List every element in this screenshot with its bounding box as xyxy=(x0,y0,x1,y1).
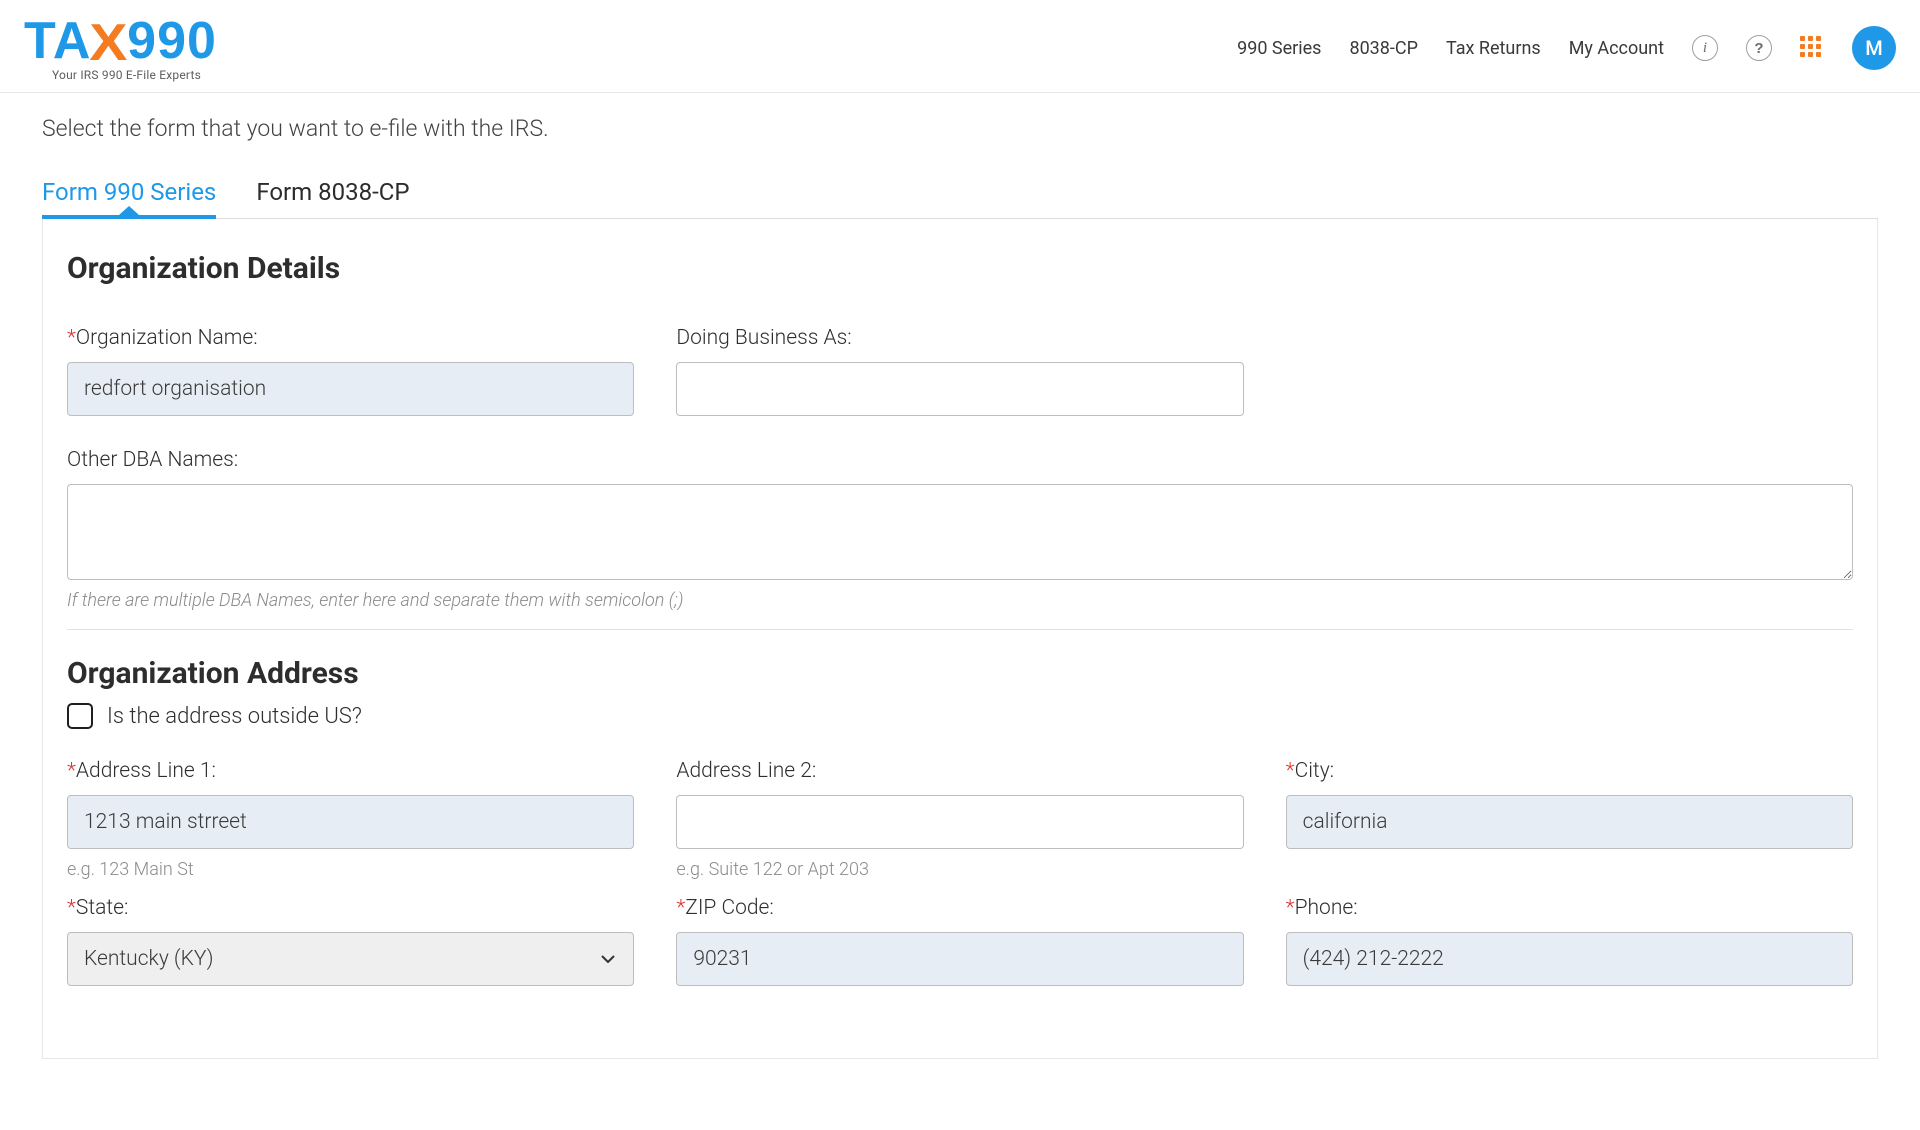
label-phone-text: Phone: xyxy=(1295,896,1358,920)
outside-us-checkbox[interactable] xyxy=(67,703,93,729)
label-other-dba: Other DBA Names: xyxy=(67,448,1853,472)
label-city: *City: xyxy=(1286,759,1853,783)
hint-address-line-1: e.g. 123 Main St xyxy=(67,859,634,880)
other-dba-textarea[interactable] xyxy=(67,484,1853,580)
header-right: 990 Series 8038-CP Tax Returns My Accoun… xyxy=(1237,26,1896,70)
logo-x: X xyxy=(90,17,129,69)
logo[interactable]: TAX990 Your IRS 990 E-File Experts xyxy=(24,15,217,81)
hint-address-line-2: e.g. Suite 122 or Apt 203 xyxy=(676,859,1243,880)
outside-us-label: Is the address outside US? xyxy=(107,704,362,729)
organization-name-input[interactable] xyxy=(67,362,634,416)
page-subtitle: Select the form that you want to e-file … xyxy=(42,115,1878,142)
label-address-line-1: *Address Line 1: xyxy=(67,759,634,783)
apps-icon[interactable] xyxy=(1800,36,1824,60)
zip-input[interactable] xyxy=(676,932,1243,986)
nav-tax-returns[interactable]: Tax Returns xyxy=(1446,38,1541,59)
label-organization-name-text: Organization Name: xyxy=(76,326,258,350)
hint-other-dba: If there are multiple DBA Names, enter h… xyxy=(67,590,1853,611)
label-address-line-1-text: Address Line 1: xyxy=(76,759,216,783)
avatar[interactable]: M xyxy=(1852,26,1896,70)
tab-form-8038-cp[interactable]: Form 8038-CP xyxy=(256,170,409,218)
address-line-2-input[interactable] xyxy=(676,795,1243,849)
info-icon[interactable]: i xyxy=(1692,35,1718,61)
form-tabs: Form 990 Series Form 8038-CP xyxy=(42,170,1878,219)
nav-links: 990 Series 8038-CP Tax Returns My Accoun… xyxy=(1237,38,1664,59)
page-body: Select the form that you want to e-file … xyxy=(0,93,1920,1059)
tab-form-990-series[interactable]: Form 990 Series xyxy=(42,170,216,218)
app-header: TAX990 Your IRS 990 E-File Experts 990 S… xyxy=(0,0,1920,93)
logo-text: TAX990 xyxy=(24,15,217,67)
logo-990: 990 xyxy=(127,12,217,70)
help-icon[interactable]: ? xyxy=(1746,35,1772,61)
label-zip-text: ZIP Code: xyxy=(685,896,774,920)
section-organization-address: Organization Address xyxy=(67,656,1853,691)
label-state: *State: xyxy=(67,896,634,920)
label-organization-name: *Organization Name: xyxy=(67,326,634,350)
label-zip: *ZIP Code: xyxy=(676,896,1243,920)
nav-990-series[interactable]: 990 Series xyxy=(1237,38,1321,59)
form-card: Organization Details *Organization Name:… xyxy=(42,219,1878,1059)
section-organization-details: Organization Details xyxy=(67,251,1853,286)
nav-my-account[interactable]: My Account xyxy=(1569,38,1664,59)
nav-8038-cp[interactable]: 8038-CP xyxy=(1349,38,1418,59)
logo-tax: TA xyxy=(24,12,91,70)
label-address-line-2: Address Line 2: xyxy=(676,759,1243,783)
address-line-1-input[interactable] xyxy=(67,795,634,849)
label-dba: Doing Business As: xyxy=(676,326,1243,350)
dba-input[interactable] xyxy=(676,362,1243,416)
phone-input[interactable] xyxy=(1286,932,1853,986)
section-divider xyxy=(67,629,1853,630)
label-phone: *Phone: xyxy=(1286,896,1853,920)
state-select[interactable]: Kentucky (KY) xyxy=(67,932,634,986)
label-state-text: State: xyxy=(76,896,129,920)
city-input[interactable] xyxy=(1286,795,1853,849)
label-city-text: City: xyxy=(1295,759,1335,783)
